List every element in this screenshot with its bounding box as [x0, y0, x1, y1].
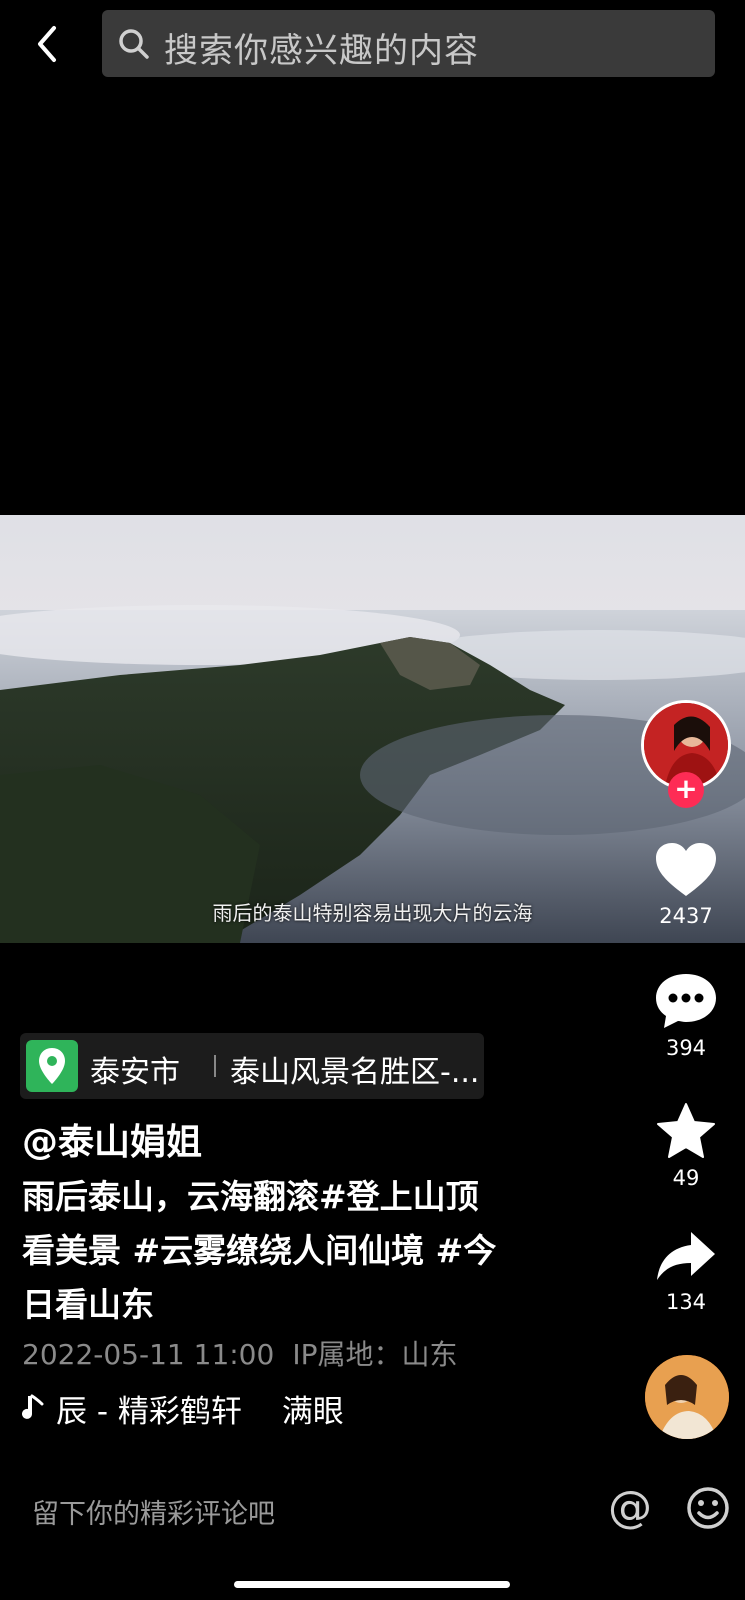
- emoji-icon[interactable]: [686, 1486, 730, 1530]
- video-subtitle: 雨后的泰山特别容易出现大片的云海: [212, 901, 533, 925]
- comment-icon: [656, 974, 716, 1028]
- comment-bar: 留下你的精彩评论吧 @: [0, 1470, 745, 1550]
- mention-button[interactable]: @: [608, 1482, 652, 1533]
- share-button[interactable]: 134: [636, 1230, 736, 1314]
- location-pin-badge: [26, 1040, 78, 1092]
- location-pin-icon: [39, 1048, 65, 1084]
- comment-button[interactable]: 394: [636, 972, 736, 1060]
- search-icon: [119, 29, 149, 59]
- music-info[interactable]: 辰 - 精彩鹤轩 满眼: [22, 1386, 344, 1431]
- music-disc[interactable]: [645, 1355, 729, 1439]
- heart-icon: [656, 843, 716, 896]
- back-button[interactable]: [28, 22, 68, 66]
- caption-line: 看美景 #云雾缭绕人间仙境 #今: [22, 1231, 497, 1270]
- music-artist: 满眼: [281, 1394, 344, 1430]
- favorite-button[interactable]: 49: [636, 1102, 736, 1190]
- favorite-count: 49: [672, 1166, 700, 1190]
- music-note-icon: [22, 1394, 48, 1430]
- location-city: 泰安市: [90, 1055, 180, 1090]
- like-count: 2437: [659, 904, 713, 928]
- search-placeholder: 搜索你感兴趣的内容: [164, 31, 479, 71]
- home-indicator[interactable]: [234, 1581, 510, 1588]
- video-frame-image: [0, 515, 745, 943]
- like-button[interactable]: 2437: [636, 842, 736, 928]
- author-handle[interactable]: @泰山娟姐: [22, 1113, 202, 1165]
- comment-input[interactable]: 留下你的精彩评论吧: [32, 1492, 275, 1531]
- star-icon: [657, 1103, 715, 1158]
- video-player[interactable]: [0, 515, 745, 943]
- caption-line: 雨后泰山，云海翻滚#登上山顶: [22, 1177, 479, 1216]
- top-bar: 搜索你感兴趣的内容: [0, 0, 745, 90]
- music-cover-image: [645, 1355, 729, 1439]
- post-meta: 2022-05-11 11:00 IP属地：山东: [22, 1333, 457, 1373]
- share-arrow-icon: [657, 1232, 715, 1280]
- music-title: 辰 - 精彩鹤轩: [56, 1394, 242, 1430]
- follow-button[interactable]: +: [668, 772, 704, 808]
- location-place: 泰山风景名胜区-...: [230, 1055, 480, 1090]
- location-divider: [214, 1055, 216, 1077]
- comment-count: 394: [665, 1036, 707, 1060]
- search-input[interactable]: 搜索你感兴趣的内容: [102, 10, 715, 77]
- location-tag[interactable]: 泰安市 泰山风景名胜区-...: [20, 1033, 484, 1099]
- post-caption: 雨后泰山，云海翻滚#登上山顶 看美景 #云雾缭绕人间仙境 #今 日看山东: [22, 1170, 582, 1332]
- caption-line: 日看山东: [22, 1285, 154, 1324]
- ip-location: IP属地：山东: [292, 1338, 458, 1371]
- chevron-left-icon: [38, 26, 56, 62]
- share-count: 134: [665, 1290, 707, 1314]
- post-datetime: 2022-05-11 11:00: [22, 1338, 275, 1371]
